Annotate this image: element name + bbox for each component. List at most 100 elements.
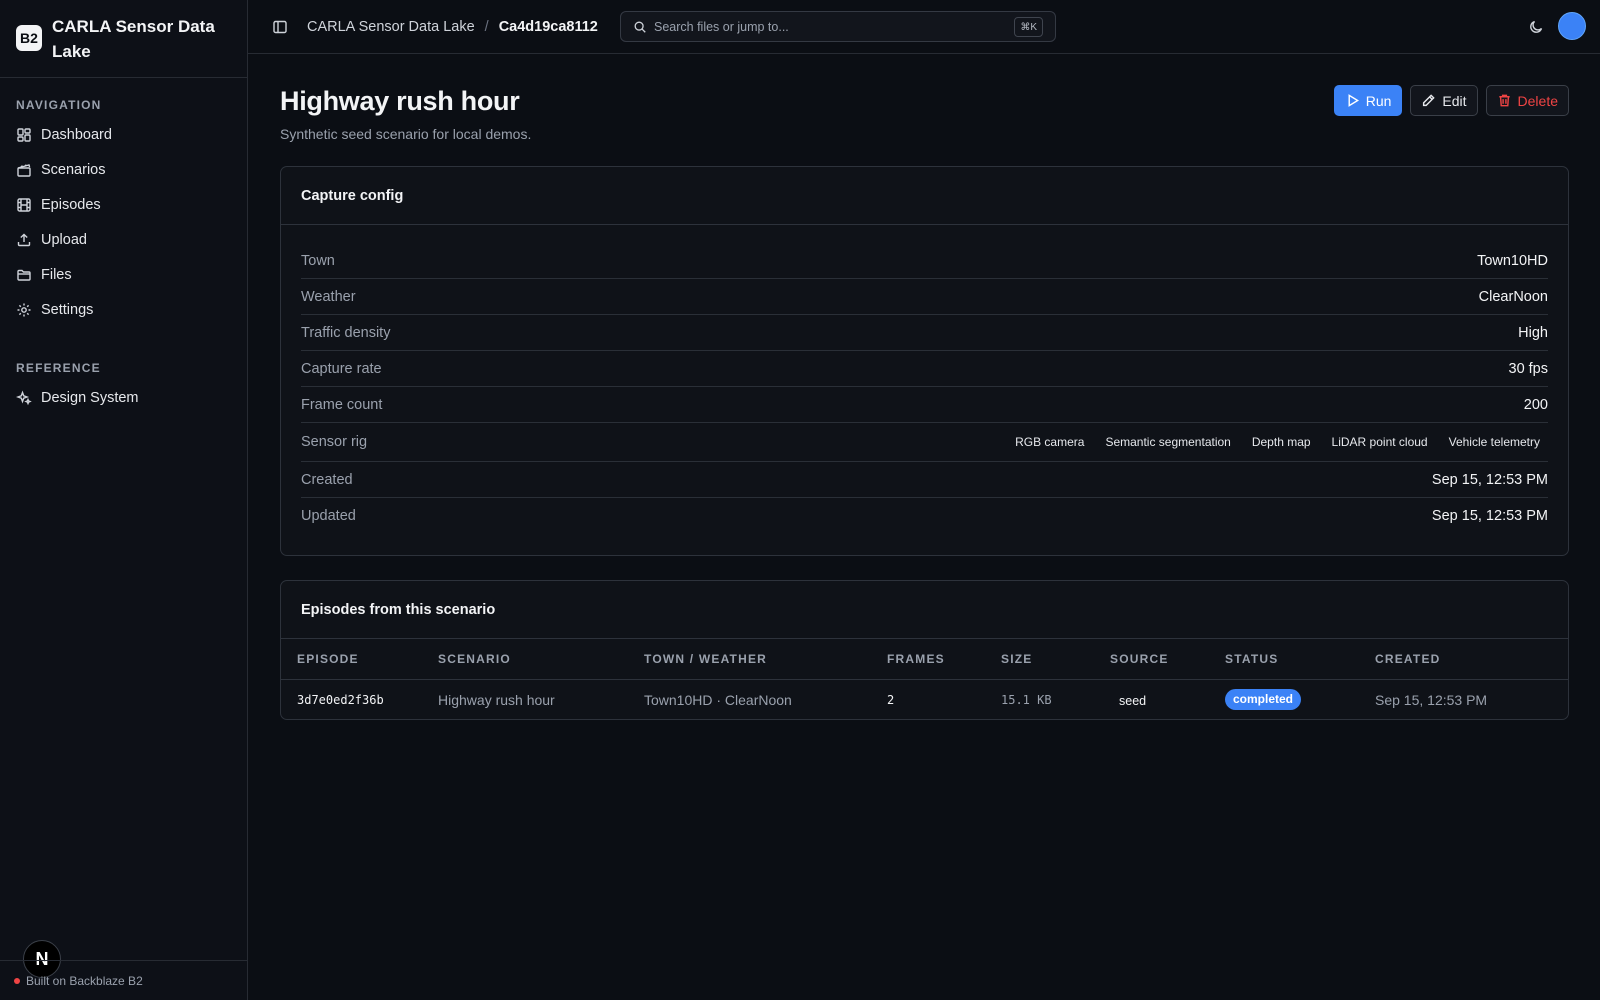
episode-town-weather: Town10HD · ClearNoon <box>644 691 792 708</box>
play-icon <box>1345 93 1360 108</box>
delete-button-label: Delete <box>1517 92 1558 109</box>
main-content: Highway rush hour Synthetic seed scenari… <box>280 54 1569 720</box>
column-header-source[interactable]: SOURCE <box>1110 639 1225 680</box>
config-value: 30 fps <box>1508 360 1549 377</box>
config-label: Town <box>301 252 335 269</box>
sidebar-item-label: Upload <box>41 231 87 248</box>
gear-icon <box>16 302 32 318</box>
folder-icon <box>16 267 32 283</box>
upload-icon <box>16 232 32 248</box>
config-label: Sensor rig <box>301 434 368 450</box>
dashboard-icon <box>16 127 32 143</box>
sidebar-item-label: Settings <box>41 301 94 318</box>
column-header-frames[interactable]: FRAMES <box>887 639 1001 680</box>
sidebar-item-episodes[interactable]: Episodes <box>16 187 231 222</box>
config-value: High <box>1518 324 1548 341</box>
sidebar-item-files[interactable]: Files <box>16 257 231 292</box>
episode-size: 15.1 KB <box>1001 692 1052 707</box>
page-actions: Run Edit Delete <box>1333 85 1569 116</box>
episodes-table: EPISODE SCENARIO TOWN / WEATHER FRAMES S… <box>281 639 1568 720</box>
run-button[interactable]: Run <box>1333 85 1403 116</box>
table-row[interactable]: 3d7e0ed2f36b Highway rush hour Town10HD … <box>281 679 1568 720</box>
config-value: Town10HD <box>1477 252 1548 269</box>
column-header-size[interactable]: SIZE <box>1001 639 1110 680</box>
config-row-capture-rate: Capture rate 30 fps <box>301 351 1548 387</box>
episode-status-cell: completed <box>1225 679 1375 720</box>
episode-scenario: Highway rush hour <box>438 691 555 708</box>
status-dot <box>14 977 20 984</box>
config-value: Sep 15, 12:53 PM <box>1431 508 1548 524</box>
avatar[interactable] <box>1558 12 1586 40</box>
capture-config-card: Capture config Town Town10HD Weather Cle… <box>280 166 1569 556</box>
sensor-tags: RGB camera Semantic segmentation Depth m… <box>1007 432 1548 452</box>
config-value: Sep 15, 12:53 PM <box>1431 471 1548 488</box>
episode-created: Sep 15, 12:53 PM <box>1375 691 1488 708</box>
moon-icon[interactable] <box>1528 19 1544 35</box>
delete-button[interactable]: Delete <box>1485 85 1569 116</box>
sidebar-item-settings[interactable]: Settings <box>16 292 231 327</box>
brand-logo: B2 <box>16 25 42 51</box>
edit-button[interactable]: Edit <box>1410 85 1478 116</box>
episode-id[interactable]: 3d7e0ed2f36b <box>281 679 438 720</box>
brand[interactable]: B2 CARLA Sensor Data Lake <box>0 0 247 78</box>
sidebar-item-design-system[interactable]: Design System <box>16 380 231 415</box>
search-box[interactable]: ⌘K <box>620 11 1056 42</box>
card-title: Episodes from this scenario <box>281 581 1568 639</box>
sidebar-item-upload[interactable]: Upload <box>16 222 231 257</box>
pencil-icon <box>1421 93 1436 108</box>
config-label: Traffic density <box>301 324 391 341</box>
episodes-card: Episodes from this scenario EPISODE SCEN… <box>280 580 1569 720</box>
sidebar-item-label: Design System <box>41 389 139 406</box>
column-header-episode[interactable]: EPISODE <box>281 639 438 680</box>
episode-frames: 2 <box>887 692 895 707</box>
sensor-tag: Semantic segmentation <box>1105 435 1231 449</box>
config-row-created: Created Sep 15, 12:53 PM <box>301 462 1548 498</box>
config-row-traffic-density: Traffic density High <box>301 315 1548 351</box>
trash-icon <box>1497 93 1512 108</box>
config-row-weather: Weather ClearNoon <box>301 279 1548 315</box>
edit-button-label: Edit <box>1442 92 1467 109</box>
sidebar-item-dashboard[interactable]: Dashboard <box>16 117 231 152</box>
navigation-section: NAVIGATION Dashboard Scenarios Episodes <box>0 90 247 327</box>
film-icon <box>16 197 32 213</box>
config-value: 200 <box>1523 396 1548 413</box>
table-header-row: EPISODE SCENARIO TOWN / WEATHER FRAMES S… <box>281 639 1568 680</box>
source-label: seed <box>1119 693 1147 708</box>
config-label: Frame count <box>301 396 383 413</box>
column-header-scenario[interactable]: SCENARIO <box>438 639 644 680</box>
sidebar-item-label: Dashboard <box>41 126 112 143</box>
status-badge: completed <box>1225 689 1302 711</box>
breadcrumb-root[interactable]: CARLA Sensor Data Lake <box>307 19 475 35</box>
column-header-status[interactable]: STATUS <box>1225 639 1375 680</box>
sidebar-toggle-icon[interactable] <box>272 19 288 35</box>
app-name: CARLA Sensor Data Lake <box>52 17 215 61</box>
search-input[interactable] <box>654 19 994 34</box>
run-button-label: Run <box>1365 92 1392 109</box>
reference-heading: REFERENCE <box>16 361 101 375</box>
config-row-updated: Updated Sep 15, 12:53 PM <box>301 498 1548 534</box>
episode-source: seed <box>1110 679 1225 720</box>
page-title: Highway rush hour <box>280 86 520 116</box>
search-icon <box>633 20 647 34</box>
clapperboard-icon <box>16 162 32 178</box>
nav-heading: NAVIGATION <box>16 98 102 112</box>
sidebar-item-scenarios[interactable]: Scenarios <box>16 152 231 187</box>
breadcrumb: CARLA Sensor Data Lake / Ca4d19ca8112 <box>307 19 598 35</box>
breadcrumb-separator: / <box>484 18 489 35</box>
reference-section: REFERENCE Design System <box>0 353 247 415</box>
sensor-tag: Vehicle telemetry <box>1448 435 1540 449</box>
card-title: Capture config <box>281 167 1568 225</box>
sidebar-item-label: Files <box>41 266 72 283</box>
topbar: CARLA Sensor Data Lake / Ca4d19ca8112 ⌘K <box>248 0 1600 54</box>
sensor-tag: RGB camera <box>1015 435 1085 449</box>
config-row-town: Town Town10HD <box>301 243 1548 279</box>
column-header-created[interactable]: CREATED <box>1375 639 1568 680</box>
config-label: Updated <box>301 508 356 524</box>
config-label: Created <box>301 471 353 488</box>
sidebar-footer: Built on Backblaze B2 <box>0 960 247 1000</box>
sparkles-icon <box>16 389 32 406</box>
column-header-town-weather[interactable]: TOWN / WEATHER <box>644 639 887 680</box>
sensor-tag: LiDAR point cloud <box>1331 435 1428 449</box>
config-list: Town Town10HD Weather ClearNoon Traffic … <box>281 225 1568 534</box>
page-header: Highway rush hour Synthetic seed scenari… <box>280 54 1569 166</box>
